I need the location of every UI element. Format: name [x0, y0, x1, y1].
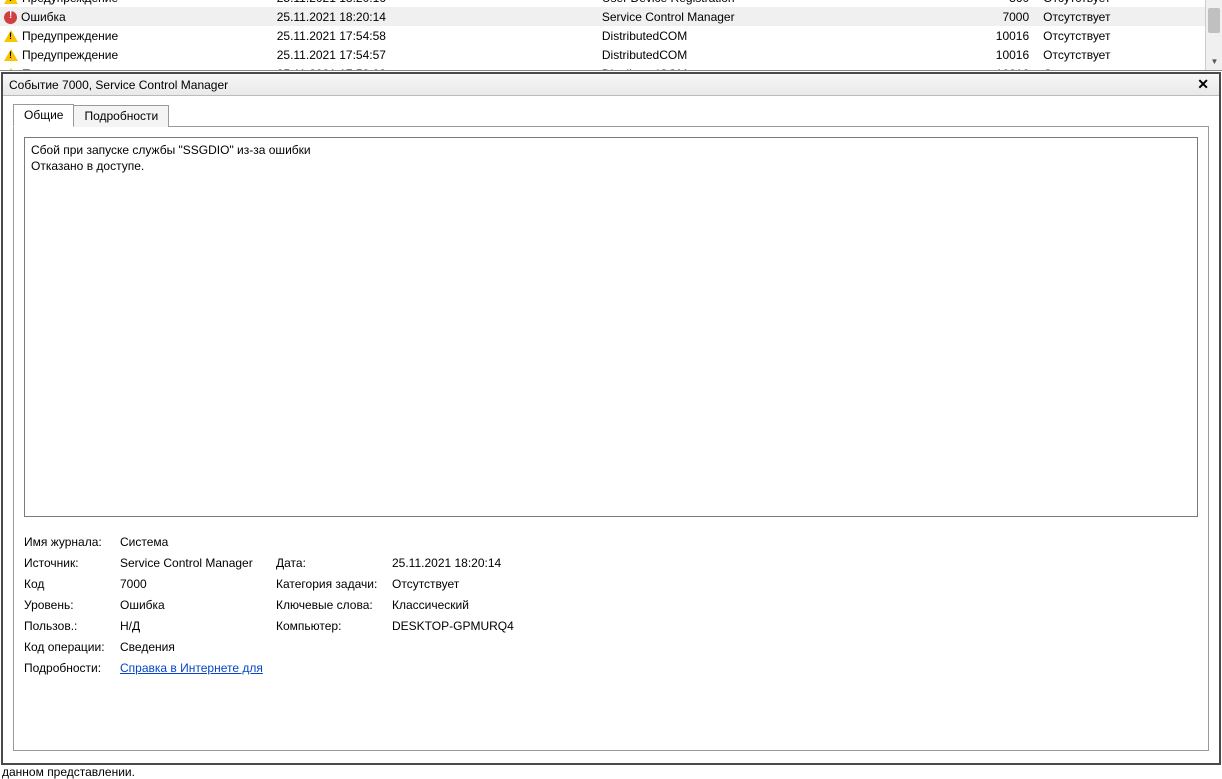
warning-icon: [4, 49, 18, 61]
cell-date: 25.11.2021 18:20:14: [273, 7, 598, 26]
label-more-info: Подробности:: [24, 661, 114, 675]
value-source: Service Control Manager: [120, 556, 270, 570]
table-row[interactable]: Предупреждение 25.11.2021 17:54:57Distrib…: [0, 45, 1222, 64]
cell-source: DistributedCOM: [598, 64, 986, 71]
detail-title: Событие 7000, Service Control Manager: [9, 78, 228, 92]
tab-strip: Общие Подробности: [3, 96, 1219, 126]
label-event-id: Код: [24, 577, 114, 591]
cell-task: Отсутствует: [1033, 7, 1222, 26]
cell-event-id: 10016: [986, 45, 1033, 64]
label-task-cat: Категория задачи:: [276, 577, 386, 591]
label-user: Пользов.:: [24, 619, 114, 633]
label-keywords: Ключевые слова:: [276, 598, 386, 612]
cell-event-id: 360: [986, 0, 1033, 7]
label-date: Дата:: [276, 556, 386, 570]
cell-date: 25.11.2021 17:53:02: [273, 64, 598, 71]
event-detail-pane: Событие 7000, Service Control Manager ✕ …: [1, 72, 1221, 765]
scroll-down-button[interactable]: ▼: [1206, 53, 1222, 70]
cell-date: 25.11.2021 17:54:57: [273, 45, 598, 64]
warning-icon: [4, 0, 18, 4]
tab-general[interactable]: Общие: [13, 104, 74, 127]
label-log-name: Имя журнала:: [24, 535, 114, 549]
value-log-name: Система: [120, 535, 642, 549]
detail-titlebar: Событие 7000, Service Control Manager ✕: [3, 74, 1219, 96]
cell-source: User Device Registration: [598, 0, 986, 7]
cell-date: 25.11.2021 17:54:58: [273, 26, 598, 45]
cell-source: DistributedCOM: [598, 45, 986, 64]
label-opcode: Код операции:: [24, 640, 114, 654]
label-computer: Компьютер:: [276, 619, 386, 633]
value-event-id: 7000: [120, 577, 270, 591]
description-line: Отказано в доступе.: [31, 158, 1191, 174]
event-properties: Имя журнала: Система Источник: Service C…: [24, 535, 1198, 675]
cell-task: Отсутствует: [1033, 26, 1222, 45]
label-level: Уровень:: [24, 598, 114, 612]
scrollbar[interactable]: ▲ ▼: [1205, 0, 1222, 70]
cell-source: Service Control Manager: [598, 7, 986, 26]
scroll-thumb[interactable]: [1208, 8, 1220, 33]
value-date: 25.11.2021 18:20:14: [392, 556, 642, 570]
event-description: Сбой при запуске службы "SSGDIO" из-за о…: [24, 137, 1198, 517]
value-computer: DESKTOP-GPMURQ4: [392, 619, 642, 633]
table-row[interactable]: Предупреждение 25.11.2021 17:54:58Distrib…: [0, 26, 1222, 45]
cell-event-id: 10016: [986, 26, 1033, 45]
tab-details[interactable]: Подробности: [73, 105, 169, 127]
footer-text: данном представлении.: [2, 765, 135, 779]
cell-task: Отсутствует: [1033, 64, 1222, 71]
value-level: Ошибка: [120, 598, 270, 612]
warning-icon: [4, 68, 18, 72]
warning-icon: [4, 30, 18, 42]
cell-level: Предупреждение: [22, 48, 118, 62]
table-row[interactable]: Ошибка 25.11.2021 18:20:14Service Control…: [0, 7, 1222, 26]
description-line: Сбой при запуске службы "SSGDIO" из-за о…: [31, 142, 1191, 158]
help-online-link[interactable]: Справка в Интернете для: [120, 661, 263, 675]
cell-level: Предупреждение: [22, 0, 118, 5]
event-list-pane: Предупреждение 25.11.2021 18:20:16User De…: [0, 0, 1222, 71]
table-row[interactable]: Предупреждение 25.11.2021 17:53:02Distrib…: [0, 64, 1222, 71]
cell-source: DistributedCOM: [598, 26, 986, 45]
table-row[interactable]: Предупреждение 25.11.2021 18:20:16User De…: [0, 0, 1222, 7]
cell-task: Отсутствует: [1033, 45, 1222, 64]
value-opcode: Сведения: [120, 640, 642, 654]
value-keywords: Классический: [392, 598, 642, 612]
cell-event-id: 7000: [986, 7, 1033, 26]
event-table[interactable]: Предупреждение 25.11.2021 18:20:16User De…: [0, 0, 1222, 71]
tab-body: Сбой при запуске службы "SSGDIO" из-за о…: [13, 126, 1209, 751]
error-icon: [4, 11, 17, 24]
cell-task: Отсутствует: [1033, 0, 1222, 7]
close-icon[interactable]: ✕: [1193, 76, 1213, 93]
cell-level: Предупреждение: [22, 29, 118, 43]
value-task-cat: Отсутствует: [392, 577, 642, 591]
label-source: Источник:: [24, 556, 114, 570]
cell-date: 25.11.2021 18:20:16: [273, 0, 598, 7]
cell-level: Ошибка: [21, 10, 66, 24]
value-more-info: Справка в Интернете для: [120, 661, 642, 675]
value-user: Н/Д: [120, 619, 270, 633]
cell-event-id: 10016: [986, 64, 1033, 71]
cell-level: Предупреждение: [22, 67, 118, 72]
scroll-up-button[interactable]: ▲: [1206, 0, 1222, 5]
